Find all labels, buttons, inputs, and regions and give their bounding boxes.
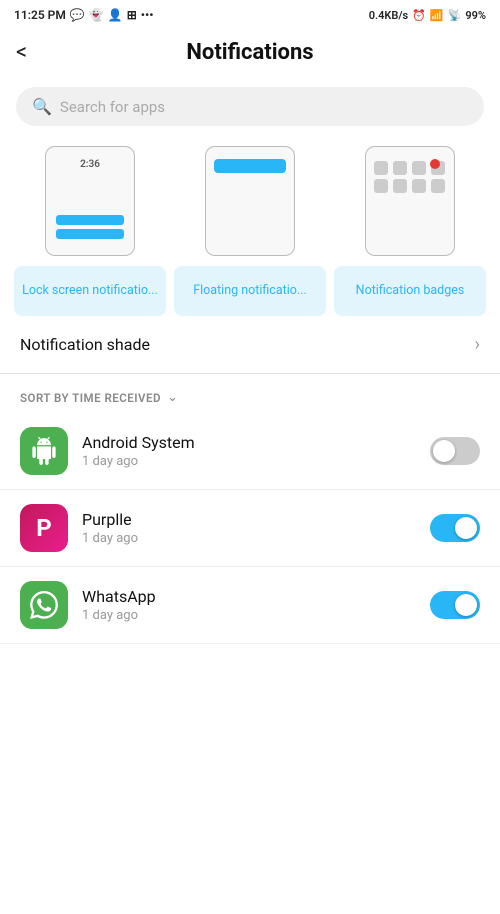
android-system-name: Android System bbox=[82, 433, 416, 452]
app-item-purplle: P Purplle 1 day ago bbox=[0, 490, 500, 567]
battery-display: 99% bbox=[465, 9, 486, 22]
purplle-toggle[interactable] bbox=[430, 514, 480, 542]
purplle-icon: P bbox=[20, 504, 68, 552]
time-display: 11:25 PM bbox=[14, 8, 66, 22]
floating-phone-icon bbox=[205, 146, 295, 256]
android-system-time: 1 day ago bbox=[82, 454, 416, 469]
alarm-icon: ⏰ bbox=[412, 9, 426, 22]
signal-icon: 📶 bbox=[430, 9, 444, 22]
purplle-time: 1 day ago bbox=[82, 531, 416, 546]
snap2-icon: 👤 bbox=[108, 8, 123, 22]
chevron-right-icon: › bbox=[475, 334, 480, 355]
wifi-icon: 📡 bbox=[448, 9, 462, 22]
search-icon: 🔍 bbox=[32, 97, 52, 116]
floating-card[interactable]: Floating notificatio... bbox=[174, 146, 326, 316]
whatsapp-toggle[interactable] bbox=[430, 591, 480, 619]
whatsapp-name: WhatsApp bbox=[82, 587, 416, 606]
whatsapp-info: WhatsApp 1 day ago bbox=[82, 587, 416, 623]
sort-chevron-icon: ⌄ bbox=[167, 390, 178, 405]
purplle-name: Purplle bbox=[82, 510, 416, 529]
sort-bar[interactable]: SORT BY TIME RECEIVED ⌄ bbox=[0, 374, 500, 413]
snapchat-icon: 👻 bbox=[89, 8, 104, 22]
lock-screen-phone-icon: 2:36 bbox=[45, 146, 135, 256]
whatsapp-icon bbox=[20, 581, 68, 629]
floating-label: Floating notificatio... bbox=[174, 266, 326, 316]
lock-screen-label: Lock screen notificatio... bbox=[14, 266, 166, 316]
sort-label: SORT BY TIME RECEIVED bbox=[20, 391, 161, 405]
dots-icon: ••• bbox=[141, 8, 154, 22]
page-header: < Notifications bbox=[0, 26, 500, 79]
search-container: 🔍 Search for apps bbox=[0, 79, 500, 138]
app-list: Android System 1 day ago P Purplle 1 day… bbox=[0, 413, 500, 644]
notif-type-cards: 2:36 Lock screen notificatio... Floating… bbox=[0, 138, 500, 316]
android-system-toggle[interactable] bbox=[430, 437, 480, 465]
whatsapp-status-icon: 💬 bbox=[70, 8, 85, 22]
notification-shade-row[interactable]: Notification shade › bbox=[0, 316, 500, 373]
whatsapp-time: 1 day ago bbox=[82, 608, 416, 623]
lock-screen-card[interactable]: 2:36 Lock screen notificatio... bbox=[14, 146, 166, 316]
app-item-whatsapp: WhatsApp 1 day ago bbox=[0, 567, 500, 644]
search-placeholder: Search for apps bbox=[60, 98, 165, 116]
android-system-info: Android System 1 day ago bbox=[82, 433, 416, 469]
badge-phone-icon bbox=[365, 146, 455, 256]
badges-label: Notification badges bbox=[334, 266, 486, 316]
status-time: 11:25 PM 💬 👻 👤 ⊞ ••• bbox=[14, 8, 154, 22]
badges-card[interactable]: Notification badges bbox=[334, 146, 486, 316]
android-system-icon bbox=[20, 427, 68, 475]
notification-shade-label: Notification shade bbox=[20, 335, 150, 354]
grid-icon: ⊞ bbox=[127, 8, 137, 22]
status-bar: 11:25 PM 💬 👻 👤 ⊞ ••• 0.4KB/s ⏰ 📶 📡 99% bbox=[0, 0, 500, 26]
network-speed: 0.4KB/s bbox=[369, 9, 409, 22]
purplle-info: Purplle 1 day ago bbox=[82, 510, 416, 546]
search-bar[interactable]: 🔍 Search for apps bbox=[16, 87, 484, 126]
page-title: Notifications bbox=[186, 40, 313, 65]
app-item-android-system: Android System 1 day ago bbox=[0, 413, 500, 490]
back-button[interactable]: < bbox=[16, 40, 27, 65]
status-right: 0.4KB/s ⏰ 📶 📡 99% bbox=[369, 9, 486, 22]
